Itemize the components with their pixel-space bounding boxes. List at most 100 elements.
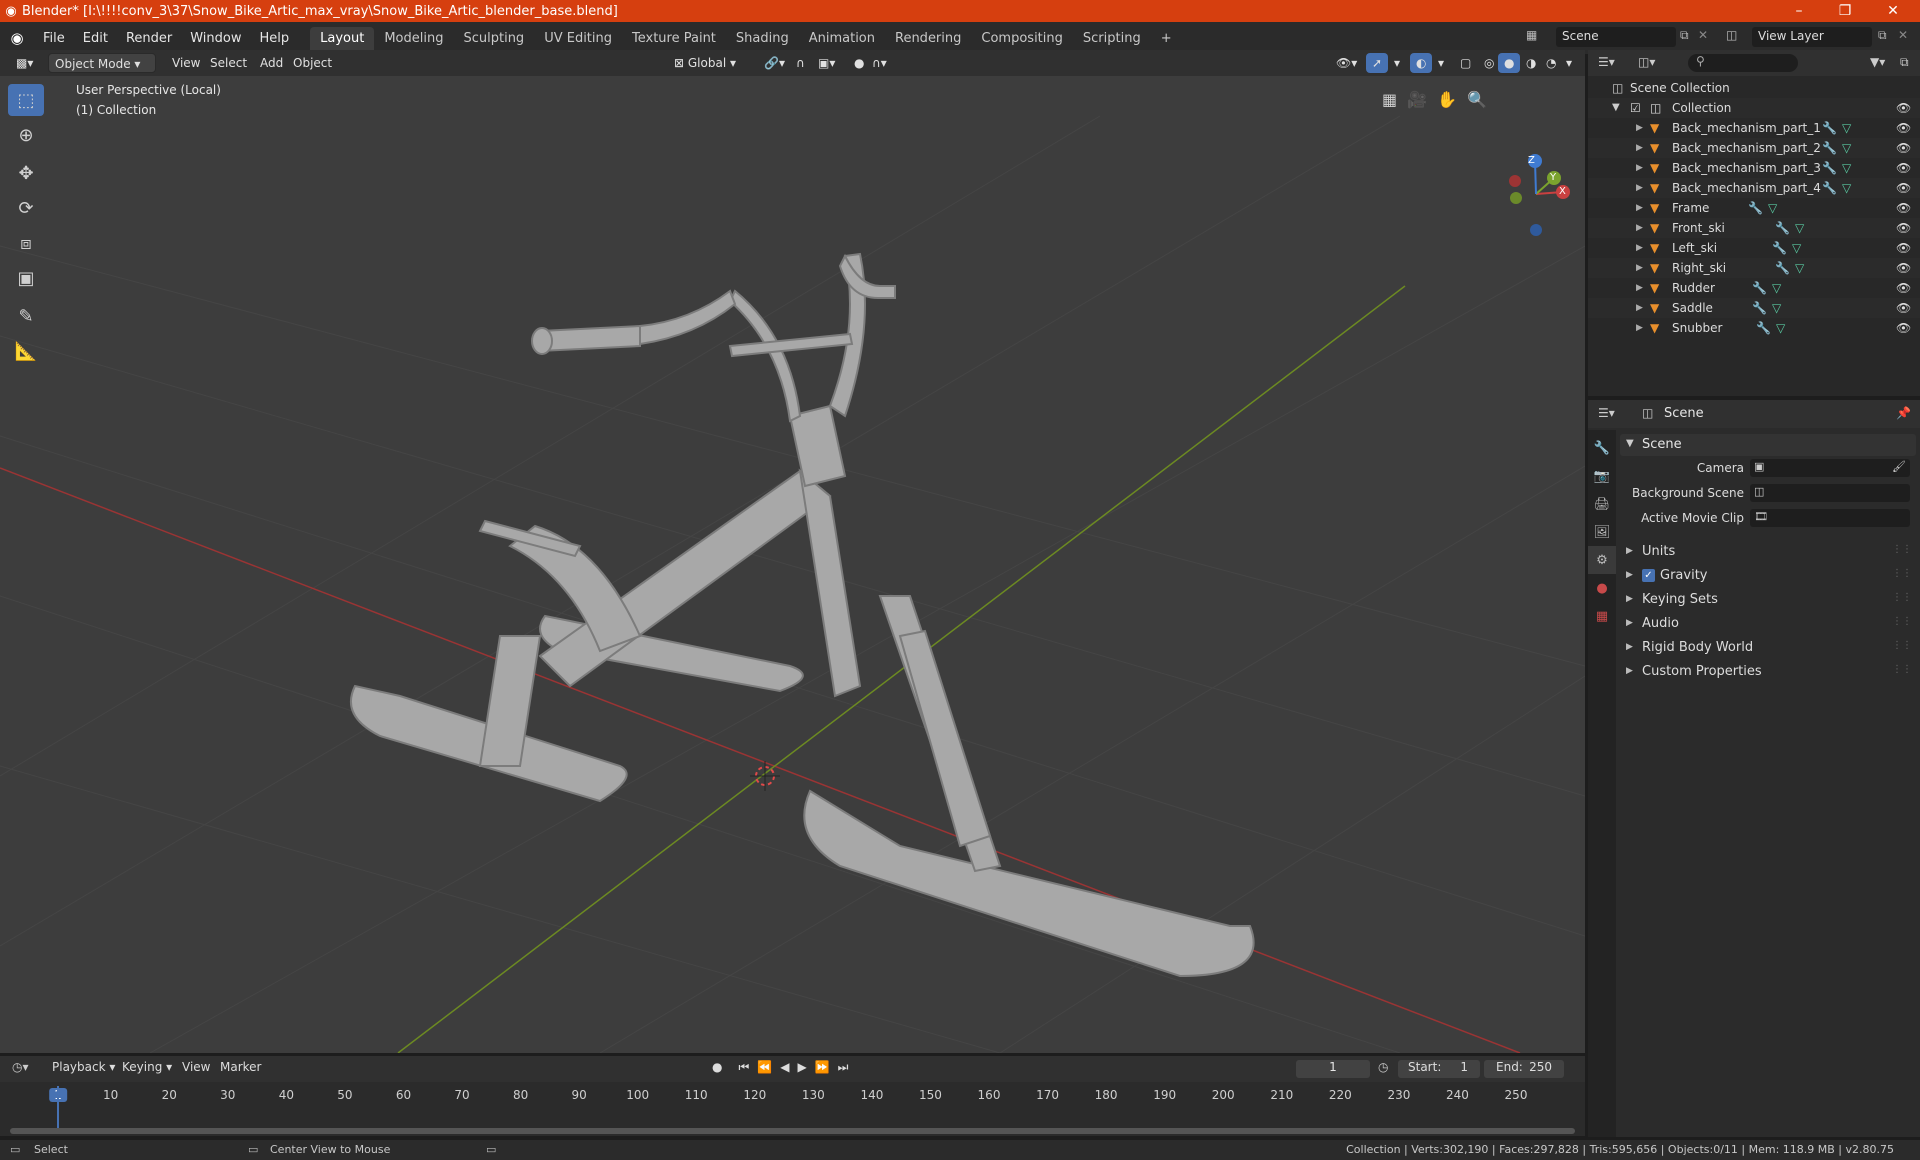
view-layer-tab-icon[interactable]: 🖼 <box>1588 518 1616 546</box>
mesh-data-icon[interactable]: ▽ <box>1842 138 1851 158</box>
modifier-icon[interactable]: 🔧 <box>1822 138 1837 158</box>
mesh-data-icon[interactable]: ▽ <box>1772 298 1781 318</box>
scene-field[interactable]: Scene <box>1556 27 1676 47</box>
scene-panel-header[interactable]: ▼ Scene <box>1620 434 1916 456</box>
object-eye-icon[interactable]: 👁 <box>1896 138 1911 158</box>
area-separator[interactable] <box>1588 396 1920 400</box>
expand-arrow-icon[interactable]: ▶ <box>1636 138 1643 158</box>
tab-scripting[interactable]: Scripting <box>1073 27 1151 50</box>
menu-render[interactable]: Render <box>117 31 181 46</box>
tree-row-object[interactable]: ▶ ▼ Back_mechanism_part_4 🔧 ▽ 👁 <box>1588 178 1920 198</box>
modifier-icon[interactable]: 🔧 <box>1756 318 1771 338</box>
modifier-icon[interactable]: 🔧 <box>1775 218 1790 238</box>
tab-uv-editing[interactable]: UV Editing <box>534 27 622 50</box>
menu-view[interactable]: View <box>166 53 206 73</box>
modifier-icon[interactable]: 🔧 <box>1822 178 1837 198</box>
view-layer-field[interactable]: View Layer <box>1752 27 1872 47</box>
subpanel-header[interactable]: ▶ Units ⋮⋮ <box>1620 542 1916 564</box>
snap-target-icon[interactable]: ▣▾ <box>812 53 841 73</box>
modifier-icon[interactable]: 🔧 <box>1748 198 1763 218</box>
tree-row-object[interactable]: ▶ ▼ Snubber 🔧 ▽ 👁 <box>1588 318 1920 338</box>
tree-row-scene-collection[interactable]: ◫ Scene Collection <box>1588 78 1920 98</box>
object-eye-icon[interactable]: 👁 <box>1896 318 1911 338</box>
pin-icon[interactable]: 📌 <box>1896 406 1911 420</box>
drag-handle-icon[interactable]: ⋮⋮ <box>1892 592 1912 603</box>
snow-bike-model[interactable] <box>350 252 1255 978</box>
drag-handle-icon[interactable]: ⋮⋮ <box>1892 664 1912 675</box>
camera-view-icon[interactable]: 🎥 <box>1407 90 1427 109</box>
xray-icon[interactable]: ▢ <box>1454 53 1477 73</box>
object-eye-icon[interactable]: 👁 <box>1896 198 1911 218</box>
ortho-toggle-icon[interactable]: ▦ <box>1382 90 1397 109</box>
delete-scene-icon[interactable]: ✕ <box>1698 28 1708 42</box>
frame-ruler[interactable]: 1102030405060708090100110120130140150160… <box>0 1056 1585 1136</box>
collection-eye-icon[interactable]: 👁 <box>1896 98 1911 118</box>
zoom-icon[interactable]: 🔍 <box>1467 90 1487 109</box>
mesh-data-icon[interactable]: ▽ <box>1842 118 1851 138</box>
pivot-icon[interactable]: 🔗▾ <box>758 53 791 73</box>
blender-menu-icon[interactable]: ◉ <box>0 29 34 47</box>
expand-arrow-icon[interactable]: ▶ <box>1636 278 1643 298</box>
texture-tab-icon[interactable]: ▦ <box>1588 602 1616 630</box>
world-tab-icon[interactable]: ● <box>1588 574 1616 602</box>
new-collection-icon[interactable]: ⧉ <box>1900 55 1909 70</box>
add-workspace-button[interactable]: + <box>1151 27 1182 50</box>
gizmo-toggle-icon[interactable]: ➚ <box>1366 53 1389 73</box>
pan-hand-icon[interactable]: ✋ <box>1437 90 1457 109</box>
expand-arrow-icon[interactable]: ▶ <box>1636 318 1643 338</box>
tab-layout[interactable]: Layout <box>310 26 375 50</box>
tab-animation[interactable]: Animation <box>799 27 885 50</box>
tree-row-object[interactable]: ▶ ▼ Front_ski 🔧 ▽ 👁 <box>1588 218 1920 238</box>
output-tab-icon[interactable]: 🖨 <box>1588 490 1616 518</box>
object-eye-icon[interactable]: 👁 <box>1896 118 1911 138</box>
snap-icon[interactable]: ∩ <box>790 53 811 73</box>
orientation-dropdown[interactable]: ⊠ Global ▾ <box>668 53 742 73</box>
expand-arrow-icon[interactable]: ▶ <box>1636 178 1643 198</box>
new-view-layer-icon[interactable]: ⧉ <box>1878 28 1887 43</box>
tree-row-object[interactable]: ▶ ▼ Frame 🔧 ▽ 👁 <box>1588 198 1920 218</box>
falloff-icon[interactable]: ∩▾ <box>866 53 893 73</box>
overlay-toggle-icon[interactable]: ◐ <box>1410 53 1433 73</box>
measure-tool-icon[interactable]: 📐 <box>8 335 44 367</box>
modifier-icon[interactable]: 🔧 <box>1822 158 1837 178</box>
playhead[interactable] <box>57 1086 59 1132</box>
tab-rendering[interactable]: Rendering <box>885 27 971 50</box>
mesh-data-icon[interactable]: ▽ <box>1792 238 1801 258</box>
object-eye-icon[interactable]: 👁 <box>1896 158 1911 178</box>
tree-row-object[interactable]: ▶ ▼ Saddle 🔧 ▽ 👁 <box>1588 298 1920 318</box>
tree-row-object[interactable]: ▶ ▼ Back_mechanism_part_2 🔧 ▽ 👁 <box>1588 138 1920 158</box>
menu-window[interactable]: Window <box>181 31 250 46</box>
tree-row-collection[interactable]: ▼ ☑ ◫ Collection 👁 <box>1588 98 1920 118</box>
mode-dropdown[interactable]: Object Mode ▾ <box>48 53 156 73</box>
menu-file[interactable]: File <box>34 31 74 46</box>
menu-add[interactable]: Add <box>254 53 289 73</box>
tab-modeling[interactable]: Modeling <box>374 27 453 50</box>
expand-arrow-icon[interactable]: ▶ <box>1636 158 1643 178</box>
mesh-data-icon[interactable]: ▽ <box>1842 178 1851 198</box>
annotate-tool-icon[interactable]: ✎ <box>8 300 44 332</box>
expand-arrow-icon[interactable]: ▶ <box>1636 198 1643 218</box>
tree-row-object[interactable]: ▶ ▼ Back_mechanism_part_1 🔧 ▽ 👁 <box>1588 118 1920 138</box>
camera-field[interactable]: ▣ 🖌 <box>1750 459 1910 477</box>
eyedropper-icon[interactable]: 🖌 <box>1892 460 1906 473</box>
overlay-dropdown-icon[interactable]: ▾ <box>1432 53 1450 73</box>
filter-icon[interactable]: ▼▾ <box>1870 55 1885 69</box>
gizmo-dropdown-icon[interactable]: ▾ <box>1388 53 1406 73</box>
solid-shading-icon[interactable]: ● <box>1498 53 1521 73</box>
tree-row-object[interactable]: ▶ ▼ Right_ski 🔧 ▽ 👁 <box>1588 258 1920 278</box>
object-eye-icon[interactable]: 👁 <box>1896 218 1911 238</box>
mesh-data-icon[interactable]: ▽ <box>1842 158 1851 178</box>
cursor-tool-icon[interactable]: ⊕ <box>8 119 44 151</box>
tree-row-object[interactable]: ▶ ▼ Back_mechanism_part_3 🔧 ▽ 👁 <box>1588 158 1920 178</box>
modifier-icon[interactable]: 🔧 <box>1775 258 1790 278</box>
drag-handle-icon[interactable]: ⋮⋮ <box>1892 616 1912 627</box>
mesh-data-icon[interactable]: ▽ <box>1772 278 1781 298</box>
tree-row-object[interactable]: ▶ ▼ Left_ski 🔧 ▽ 👁 <box>1588 238 1920 258</box>
modifier-icon[interactable]: 🔧 <box>1772 238 1787 258</box>
transform-tool-icon[interactable]: ▣ <box>8 262 44 294</box>
visibility-icon[interactable]: 👁▾ <box>1330 53 1363 73</box>
background-scene-field[interactable]: ◫ <box>1750 484 1910 502</box>
drag-handle-icon[interactable]: ⋮⋮ <box>1892 568 1912 579</box>
mesh-data-icon[interactable]: ▽ <box>1795 218 1804 238</box>
object-eye-icon[interactable]: 👁 <box>1896 238 1911 258</box>
